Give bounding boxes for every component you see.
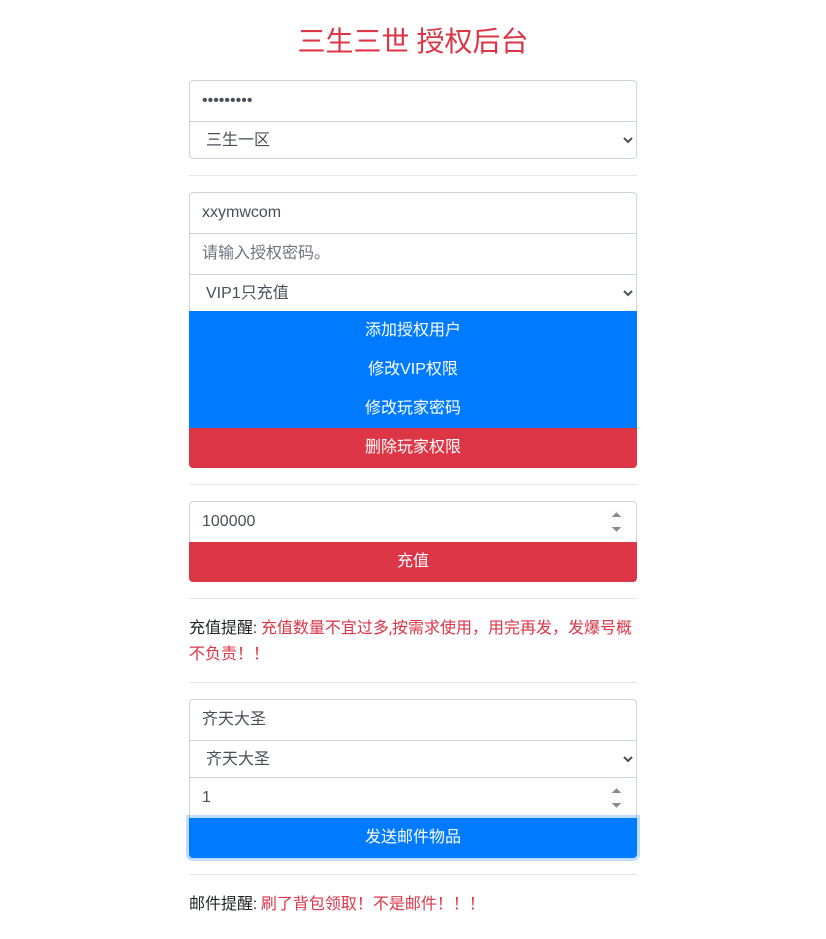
section-user-auth: VIP1只充值 添加授权用户 修改VIP权限 修改玩家密码 删除玩家权限 [189, 192, 637, 468]
recharge-button[interactable]: 充值 [189, 542, 637, 582]
mail-alert: 邮件提醒: 刷了背包领取！不是邮件！！！ [189, 891, 637, 917]
divider [189, 484, 637, 485]
divider [189, 874, 637, 875]
page-title: 三生三世 授权后台 [189, 20, 637, 60]
divider [189, 682, 637, 683]
mail-alert-text: 刷了背包领取！不是邮件！！！ [261, 894, 485, 913]
section-server: 三生一区 [189, 80, 637, 159]
modify-password-button[interactable]: 修改玩家密码 [189, 389, 637, 429]
username-input[interactable] [189, 192, 637, 234]
modify-vip-button[interactable]: 修改VIP权限 [189, 350, 637, 390]
recharge-alert-label: 充值提醒: [189, 618, 261, 637]
recharge-alert: 充值提醒: 充值数量不宜过多,按需求使用，用完再发，发爆号概不负责！！ [189, 615, 637, 666]
item-quantity-input[interactable] [189, 777, 637, 819]
divider [189, 175, 637, 176]
send-mail-item-button[interactable]: 发送邮件物品 [189, 818, 637, 858]
section-recharge: 充值 [189, 501, 637, 582]
delete-player-button[interactable]: 删除玩家权限 [189, 428, 637, 468]
add-auth-user-button[interactable]: 添加授权用户 [189, 311, 637, 351]
admin-password-input[interactable] [189, 80, 637, 122]
item-name-input[interactable] [189, 699, 637, 741]
auth-password-input[interactable] [189, 233, 637, 275]
vip-select[interactable]: VIP1只充值 [189, 274, 637, 312]
item-select[interactable]: 齐天大圣 [189, 740, 637, 778]
server-select[interactable]: 三生一区 [189, 121, 637, 159]
divider [189, 598, 637, 599]
mail-alert-label: 邮件提醒: [189, 894, 261, 913]
section-mail-item: 齐天大圣 发送邮件物品 [189, 699, 637, 858]
recharge-amount-input[interactable] [189, 501, 637, 543]
